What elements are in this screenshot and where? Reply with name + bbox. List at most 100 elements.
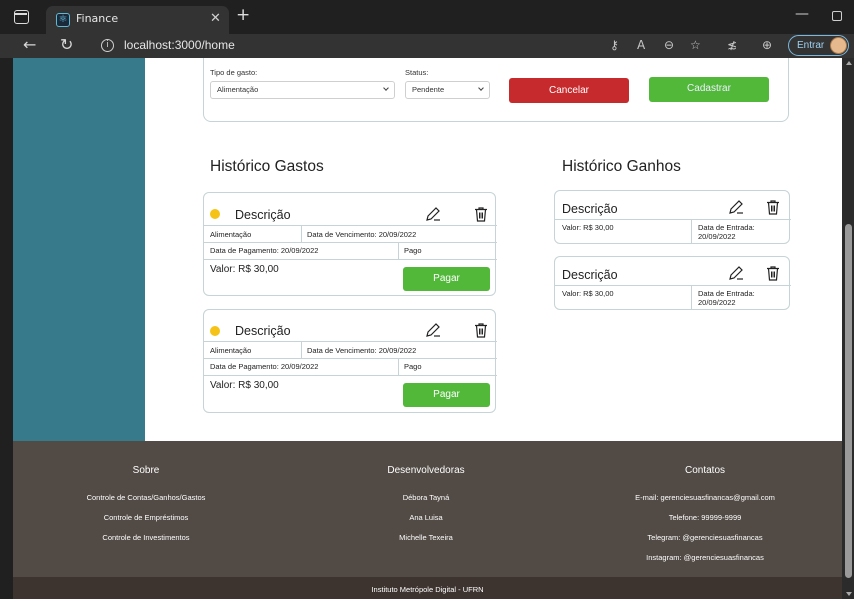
expense-status: Pago [404, 362, 422, 371]
divider [204, 225, 497, 226]
expense-due-date: Data de Vencimento: 20/09/2022 [307, 346, 417, 355]
divider [204, 242, 497, 243]
react-favicon-icon: ⚛ [56, 13, 70, 27]
trash-icon[interactable] [765, 265, 781, 281]
footer-item[interactable]: E-mail: gerenciesuasfinancas@gmail.com [575, 493, 835, 502]
income-value: Valor: R$ 30,00 [562, 289, 614, 298]
tipo-label: Tipo de gasto: [210, 68, 258, 77]
status-dot [210, 209, 220, 219]
scroll-thumb[interactable] [845, 224, 852, 578]
expense-value: Valor: R$ 30,00 [210, 264, 279, 275]
expense-category: Alimentação [210, 346, 252, 355]
maximize-icon[interactable] [832, 11, 842, 21]
footer-item: Michelle Texeira [399, 533, 453, 542]
divider [555, 219, 791, 220]
profile-avatar [830, 37, 847, 54]
trash-icon[interactable] [765, 199, 781, 215]
signin-button[interactable]: Entrar [788, 35, 849, 56]
collections-icon[interactable]: ⊕ [762, 38, 772, 52]
edit-icon[interactable] [425, 322, 441, 338]
tipo-select[interactable]: Alimentação [210, 81, 395, 99]
add-favorite-icon[interactable]: ☆ [690, 38, 701, 52]
refresh-icon[interactable]: ↻ [60, 36, 73, 54]
expense-payment-date: Data de Pagamento: 20/09/2022 [210, 246, 319, 255]
edit-icon[interactable] [728, 265, 744, 281]
footer-item: Ana Luisa [409, 513, 443, 522]
page-scrollbar[interactable] [842, 58, 854, 599]
read-aloud-icon[interactable]: A [637, 38, 645, 52]
footer-item: Débora Tayná [402, 493, 450, 502]
chevron-down-icon [478, 85, 484, 91]
income-value: Valor: R$ 30,00 [562, 223, 614, 232]
income-title: Descrição [562, 202, 618, 216]
footer-heading: Desenvolvedoras [387, 465, 465, 476]
new-tab-icon[interactable]: + [236, 7, 250, 24]
footer-item[interactable]: Telegram: @gerenciesuasfinancas [575, 533, 835, 542]
status-select[interactable]: Pendente [405, 81, 490, 99]
footer: Sobre Controle de Contas/Ganhos/Gastos C… [13, 441, 842, 577]
footer-item[interactable]: Instagram: @gerenciesuasfinancas [575, 553, 835, 562]
divider [398, 358, 399, 375]
footer-item[interactable]: Controle de Investimentos [16, 533, 276, 542]
favorites-icon[interactable]: ≴ [727, 38, 737, 52]
footer-heading: Sobre [132, 465, 160, 476]
divider [204, 341, 497, 342]
footer-item[interactable]: Controle de Contas/Ganhos/Gastos [16, 493, 276, 502]
expense-card: Descrição Alimentação Data de Vencimento… [203, 192, 497, 296]
expense-payment-date: Data de Pagamento: 20/09/2022 [210, 362, 319, 371]
income-entry-label: Data de Entrada: [698, 289, 755, 298]
expense-value: Valor: R$ 30,00 [210, 380, 279, 391]
page-viewport: Tipo de gasto: Alimentação Status: Pende… [13, 58, 842, 599]
income-card: Descrição Valor: R$ 30,00 Data de Entrad… [554, 190, 791, 244]
divider [691, 219, 692, 244]
address-bar[interactable]: localhost:3000/home [124, 38, 235, 52]
zoom-icon[interactable]: ⊖ [664, 38, 674, 52]
divider [301, 225, 302, 242]
trash-icon[interactable] [473, 322, 489, 338]
expenses-title: Histórico Gastos [210, 158, 324, 175]
expense-title: Descrição [235, 208, 291, 222]
expense-form: Tipo de gasto: Alimentação Status: Pende… [203, 58, 789, 122]
pay-button[interactable]: Pagar [403, 267, 490, 291]
status-dot [210, 326, 220, 336]
footer-bottom: Instituto Metrópole Digital - UFRN [13, 577, 842, 599]
divider [204, 375, 497, 376]
browser-tab[interactable]: ⚛ Finance ✕ [46, 6, 229, 34]
income-card: Descrição Valor: R$ 30,00 Data de Entrad… [554, 256, 791, 310]
footer-item: Telefone: 99999-9999 [668, 513, 742, 522]
back-icon[interactable]: ← [23, 36, 36, 54]
signin-label: Entrar [797, 40, 825, 51]
status-label: Status: [405, 68, 429, 77]
submit-button[interactable]: Cadastrar [649, 77, 769, 102]
key-icon[interactable]: ⚷ [610, 38, 619, 52]
browser-titlebar: ⚛ Finance ✕ + — [0, 0, 854, 34]
edit-icon[interactable] [425, 206, 441, 222]
footer-item[interactable]: Controle de Empréstimos [16, 513, 276, 522]
cancel-button[interactable]: Cancelar [509, 78, 629, 103]
sidebar [13, 58, 145, 441]
pay-button[interactable]: Pagar [403, 383, 490, 407]
expense-card: Descrição Alimentação Data de Vencimento… [203, 309, 497, 413]
footer-heading: Contatos [684, 465, 726, 476]
income-entry-label: Data de Entrada: [698, 223, 755, 232]
tab-actions-icon[interactable] [14, 10, 29, 24]
minimize-icon[interactable]: — [795, 6, 809, 22]
income-title: Descrição [562, 268, 618, 282]
tab-close-icon[interactable]: ✕ [210, 11, 221, 26]
divider [301, 341, 302, 358]
edit-icon[interactable] [728, 199, 744, 215]
divider [398, 242, 399, 259]
scroll-down-icon[interactable] [846, 592, 852, 596]
divider [204, 358, 497, 359]
chevron-down-icon [383, 85, 389, 91]
divider [555, 285, 791, 286]
income-entry-date: 20/09/2022 [698, 232, 736, 241]
divider [204, 259, 497, 260]
status-value: Pendente [412, 85, 445, 94]
trash-icon[interactable] [473, 206, 489, 222]
expense-status: Pago [404, 246, 422, 255]
site-info-icon[interactable]: i [101, 39, 114, 52]
expense-title: Descrição [235, 324, 291, 338]
incomes-title: Histórico Ganhos [562, 158, 681, 175]
scroll-up-icon[interactable] [846, 61, 852, 65]
